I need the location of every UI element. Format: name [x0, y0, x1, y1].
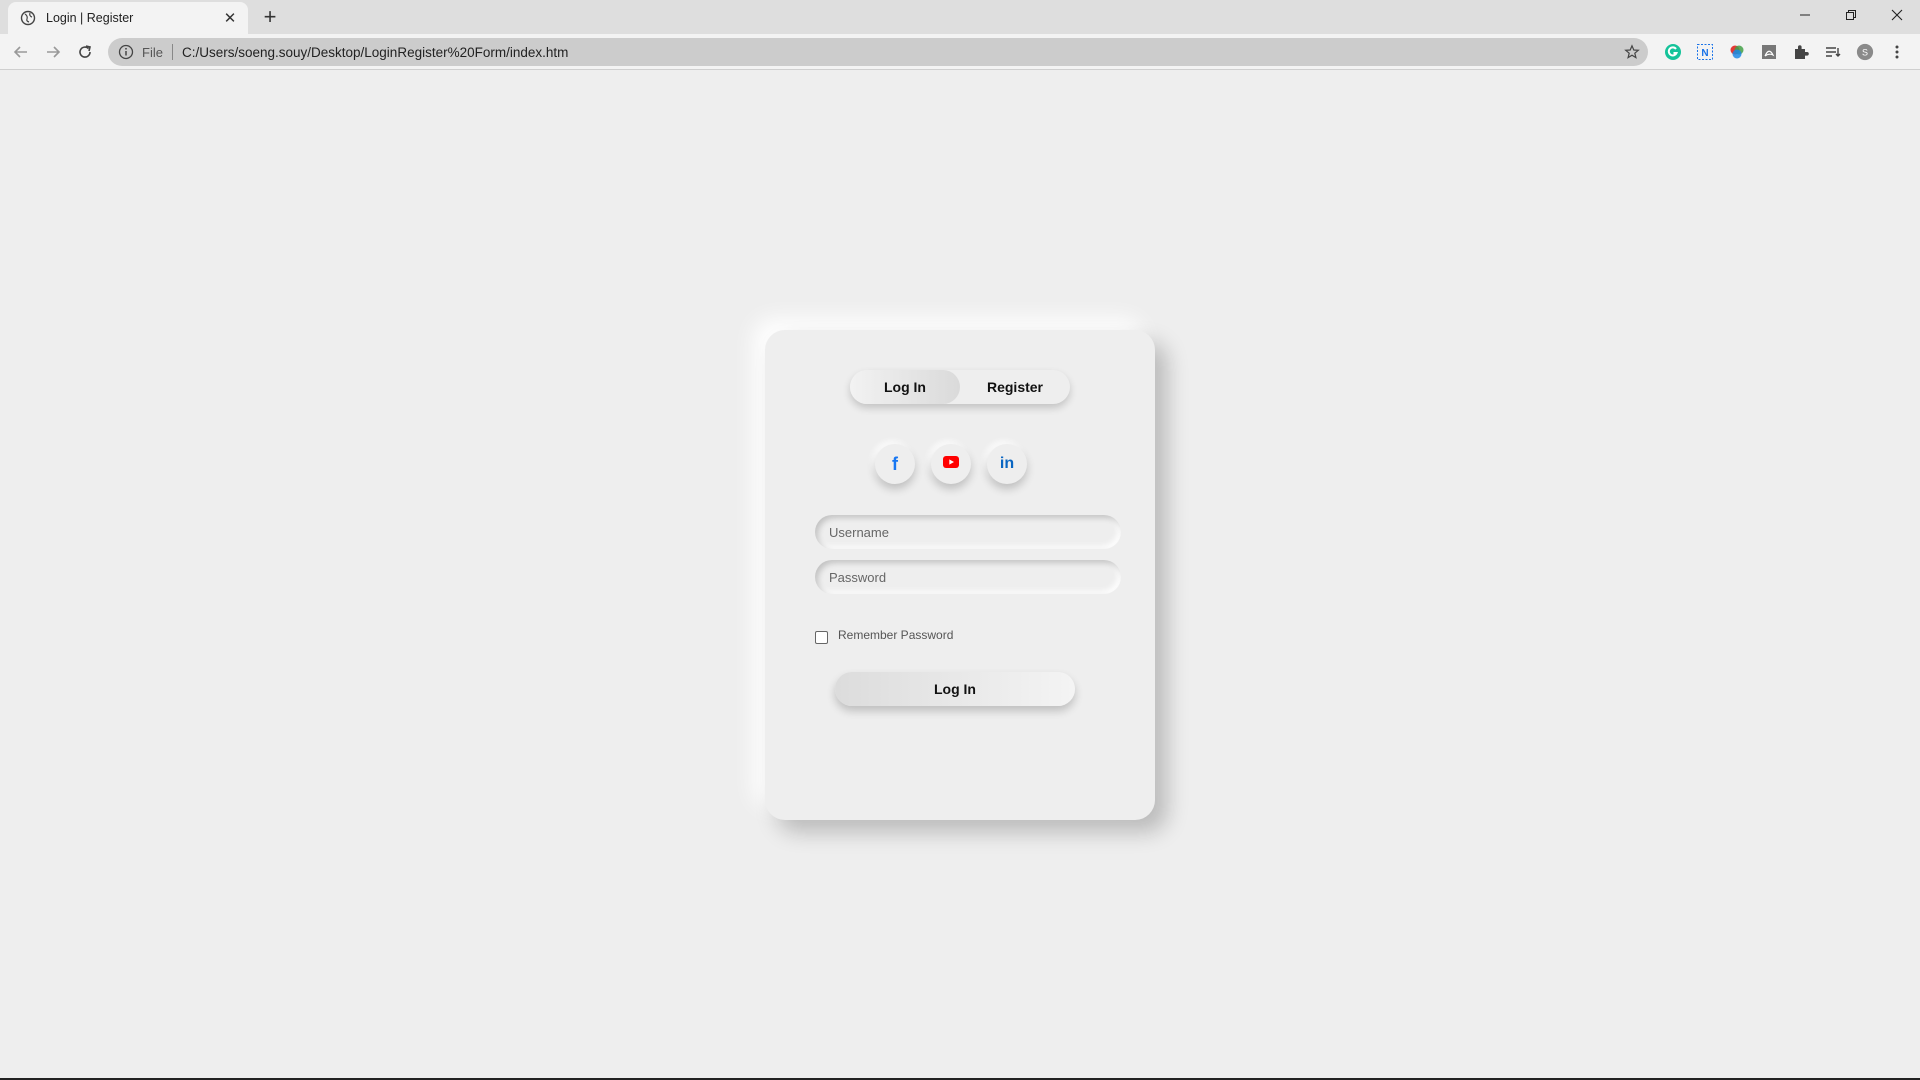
- separator: [171, 44, 173, 60]
- kebab-menu-icon[interactable]: [1888, 43, 1906, 61]
- facebook-button[interactable]: f: [875, 444, 915, 484]
- globe-icon: [20, 10, 36, 26]
- password-input[interactable]: [815, 560, 1121, 594]
- restore-button[interactable]: [1828, 0, 1874, 30]
- tab-title: Login | Register: [46, 11, 134, 25]
- star-icon[interactable]: [1624, 44, 1640, 60]
- url-scheme-label: File: [142, 44, 163, 60]
- new-tab-button[interactable]: +: [258, 5, 282, 29]
- youtube-button[interactable]: [931, 444, 971, 484]
- avatar-initial: S: [1862, 48, 1868, 58]
- username-input[interactable]: [815, 515, 1121, 549]
- back-button[interactable]: [9, 40, 33, 64]
- linkedin-button[interactable]: in: [987, 444, 1027, 484]
- tab-register[interactable]: Register: [960, 370, 1070, 404]
- address-bar[interactable]: File C:/Users/soeng.souy/Desktop/LoginRe…: [108, 38, 1648, 66]
- arrow-left-icon: [13, 46, 27, 58]
- browser-titlebar: Login | Register ✕ +: [0, 0, 1920, 34]
- browser-tab[interactable]: Login | Register ✕: [8, 2, 248, 34]
- browser-toolbar: File C:/Users/soeng.souy/Desktop/LoginRe…: [0, 34, 1920, 70]
- close-icon[interactable]: ✕: [222, 9, 238, 27]
- youtube-icon: [943, 455, 959, 473]
- window-close-button[interactable]: [1874, 0, 1920, 30]
- forward-button[interactable]: [41, 40, 65, 64]
- linkedin-icon: in: [999, 455, 1015, 472]
- minimize-button[interactable]: [1782, 0, 1828, 30]
- auth-tab-toggle: Log In Register: [850, 370, 1070, 404]
- remember-password-checkbox[interactable]: [815, 631, 828, 644]
- login-button[interactable]: Log In: [835, 672, 1075, 706]
- extension-n-icon[interactable]: N: [1696, 43, 1714, 61]
- color-picker-icon[interactable]: [1728, 43, 1746, 61]
- arrow-right-icon: [47, 46, 61, 58]
- reading-list-icon[interactable]: [1824, 43, 1842, 61]
- login-card: Log In Register f in Remember Password L…: [765, 330, 1155, 820]
- remember-password-label[interactable]: Remember Password: [838, 628, 953, 642]
- svg-text:N: N: [1701, 48, 1708, 59]
- url-text[interactable]: C:/Users/soeng.souy/Desktop/LoginRegiste…: [182, 45, 568, 60]
- pdf-icon[interactable]: [1760, 43, 1778, 61]
- info-icon[interactable]: [118, 44, 134, 60]
- grammarly-icon[interactable]: [1664, 43, 1682, 61]
- remember-password-row: Remember Password: [815, 625, 953, 644]
- avatar[interactable]: S: [1856, 43, 1874, 61]
- reload-button[interactable]: [73, 40, 97, 64]
- facebook-icon: f: [892, 453, 898, 474]
- tab-login[interactable]: Log In: [850, 370, 960, 404]
- puzzle-icon[interactable]: [1792, 43, 1810, 61]
- reload-icon: [79, 45, 91, 58]
